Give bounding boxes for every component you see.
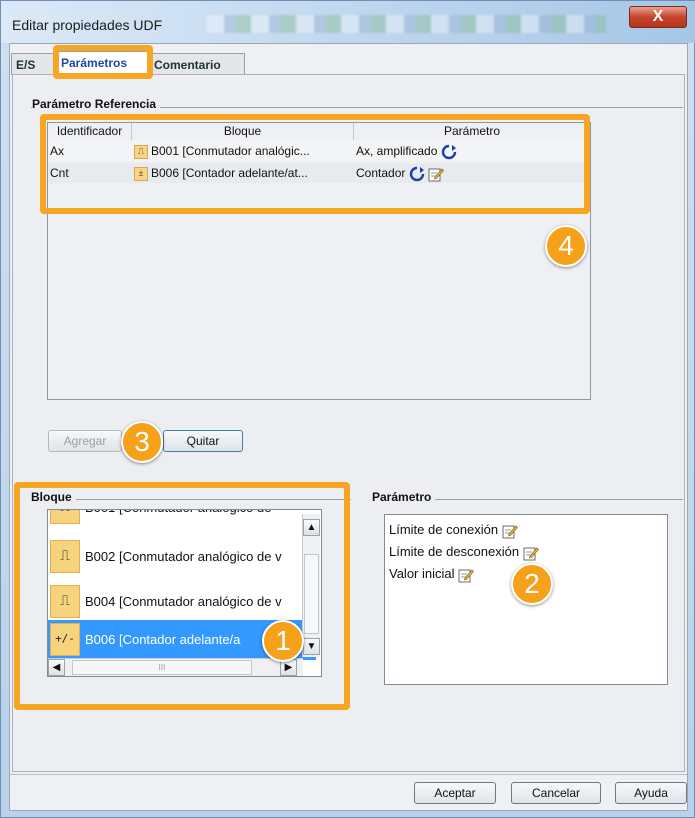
tab-comments[interactable]: Comentario <box>149 53 245 75</box>
counter-icon: +/- <box>50 623 80 656</box>
row-block: ± B006 [Contador adelante/at... <box>134 163 354 183</box>
row-identifier: Cnt <box>50 166 69 180</box>
close-button[interactable]: X <box>629 6 687 28</box>
block-list-horizontal-scrollbar[interactable]: ◀ III ▶ <box>48 658 303 676</box>
list-item-label: Valor inicial <box>389 566 455 581</box>
block-list-vertical-scrollbar[interactable]: ▲ ▼ <box>302 514 320 657</box>
reference-group-label: Parámetro Referencia <box>32 97 161 111</box>
annotation-badge-3: 3 <box>121 421 163 463</box>
list-item-label: Límite de conexión <box>389 522 499 537</box>
row-parameter-label: Ax, amplificado <box>356 144 438 158</box>
remove-button[interactable]: Quitar <box>163 430 243 452</box>
reference-table: Identificador Bloque Parámetro Ax ⎍ B001 … <box>47 122 591 400</box>
counter-icon: ± <box>134 166 148 181</box>
list-item[interactable]: Valor inicial <box>389 566 475 583</box>
list-item[interactable]: Límite de conexión <box>389 522 518 539</box>
row-block: ⎍ B001 [Conmutador analógic... <box>134 141 354 161</box>
list-item-label: B004 [Conmutador analógico de v <box>85 594 282 609</box>
list-item[interactable]: Límite de desconexión <box>389 544 539 561</box>
annotation-badge-1: 1 <box>262 620 304 662</box>
list-item[interactable]: ⎍ B002 [Conmutador analógico de v <box>48 537 316 577</box>
column-header-identifier[interactable]: Identificador <box>48 123 132 140</box>
scroll-thumb[interactable]: III <box>72 660 252 675</box>
dialog-window: Editar propiedades UDF X E/S Parámetros … <box>0 0 695 818</box>
list-item-label: B001 [Conmutador analógico de <box>85 510 271 528</box>
column-header-block[interactable]: Bloque <box>132 123 354 140</box>
scroll-up-button[interactable]: ▲ <box>303 519 320 536</box>
block-group-line <box>31 499 351 500</box>
row-block-label: B001 [Conmutador analógic... <box>151 144 310 158</box>
list-item-label: B006 [Contador adelante/a <box>85 632 241 647</box>
cancel-button[interactable]: Cancelar <box>511 782 601 804</box>
refresh-icon[interactable] <box>409 166 425 182</box>
annotation-badge-2: 2 <box>511 563 553 605</box>
tab-parameters[interactable]: Parámetros <box>56 51 148 75</box>
analog-switch-icon: ⎍ <box>50 585 80 618</box>
scroll-left-button[interactable]: ◀ <box>48 659 65 676</box>
list-item[interactable]: ⎍ B004 [Conmutador analógico de v <box>48 582 316 622</box>
scroll-down-button[interactable]: ▼ <box>303 638 320 655</box>
list-item[interactable]: ⎍ B001 [Conmutador analógico de <box>48 510 316 528</box>
edit-icon[interactable] <box>523 545 539 561</box>
row-identifier: Ax <box>50 144 65 158</box>
window-title: Editar propiedades UDF <box>12 17 163 33</box>
block-group-label: Bloque <box>31 490 76 504</box>
row-block-label: B006 [Contador adelante/at... <box>151 166 308 180</box>
edit-icon[interactable] <box>458 567 475 583</box>
tab-io[interactable]: E/S <box>11 53 56 75</box>
refresh-icon[interactable] <box>441 144 457 160</box>
analog-switch-icon: ⎍ <box>50 540 80 573</box>
ok-button[interactable]: Aceptar <box>414 782 496 804</box>
title-bar[interactable]: Editar propiedades UDF X <box>1 1 695 43</box>
row-parameter: Ax, amplificado <box>356 141 457 161</box>
row-parameter-label: Contador <box>356 166 406 180</box>
title-bar-blurred-background <box>206 15 606 33</box>
footer-separator <box>10 774 687 775</box>
row-parameter: Contador <box>356 163 444 183</box>
column-header-parameter[interactable]: Parámetro <box>354 123 590 140</box>
analog-switch-icon: ⎍ <box>50 510 80 524</box>
edit-icon[interactable] <box>428 166 444 182</box>
list-item-label: Límite de desconexión <box>389 544 520 559</box>
add-button[interactable]: Agregar <box>48 430 122 452</box>
edit-icon[interactable] <box>502 523 518 539</box>
parameter-group-label: Parámetro <box>372 490 436 504</box>
help-button[interactable]: Ayuda <box>615 782 687 804</box>
annotation-badge-4: 4 <box>545 225 587 267</box>
scroll-thumb[interactable] <box>304 554 319 634</box>
analog-switch-icon: ⎍ <box>134 144 148 159</box>
list-item-label: B002 [Conmutador analógico de v <box>85 549 282 564</box>
